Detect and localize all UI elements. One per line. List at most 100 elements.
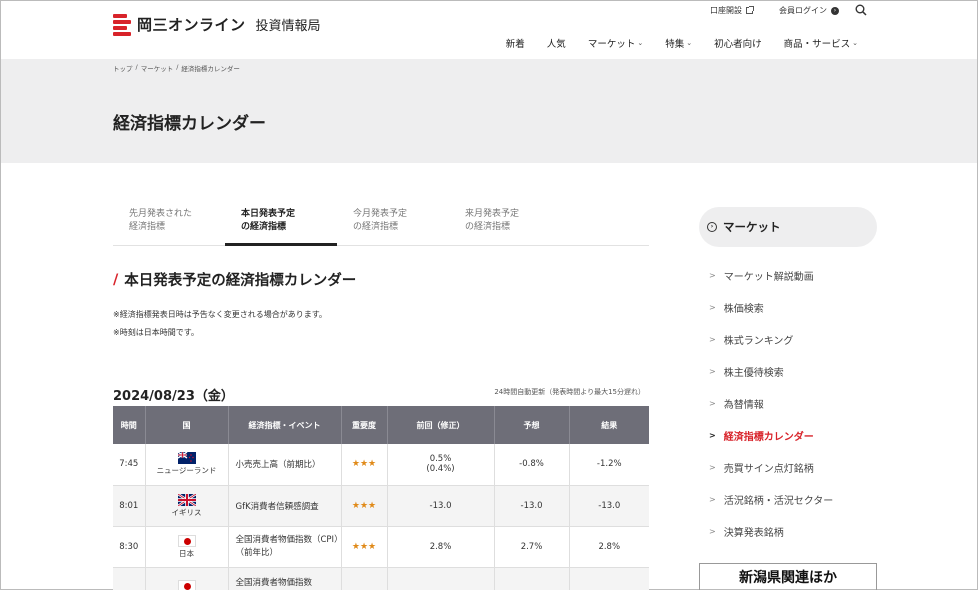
update-note: 24時間自動更新（発表時間より最大15分遅れ） [494, 388, 645, 396]
cell-result: -13.0 [569, 485, 649, 527]
breadcrumb-top[interactable]: トップ [113, 63, 133, 73]
tab-this-month[interactable]: 今月発表予定 の経済指標 [337, 206, 449, 245]
sidebar-item-economic-calendar[interactable]: > 経済指標カレンダー [709, 419, 833, 451]
chevron-right-icon: > [709, 494, 716, 504]
section-title-slash: / [113, 271, 119, 288]
sidebar-item-fx-info[interactable]: > 為替情報 [709, 387, 833, 419]
breadcrumb-separator: / [176, 63, 179, 71]
cell-forecast: -13.0 [494, 485, 570, 527]
cell-importance: ★★★ [341, 526, 388, 568]
tab-today[interactable]: 本日発表予定 の経済指標 [225, 206, 337, 246]
nav-label: 人気 [546, 39, 566, 50]
chevron-right-icon: > [709, 398, 716, 408]
chevron-right-icon: > [709, 270, 716, 280]
cell-result: -1.2% [569, 444, 649, 486]
cell-previous: 2.8% [387, 526, 495, 568]
logo-mark-icon [113, 13, 131, 36]
sidebar-item-trade-signals[interactable]: > 売買サイン点灯銘柄 [709, 451, 833, 483]
indicator-table: 時間 国 経済指標・イベント 重要度 前回（修正） 予想 結果 7:45 ニュー… [113, 406, 649, 590]
account-open-link[interactable]: 口座開設 [710, 5, 754, 16]
sidebar-item-label: 株式ランキング [723, 335, 794, 347]
tab-label-line2: の経済指標 [465, 222, 511, 232]
cell-previous: -13.0 [387, 485, 495, 527]
chevron-right-icon: > [709, 526, 716, 536]
cell-previous: 0.5% (0.4%) [387, 444, 495, 486]
cell-importance: ★★★ [341, 485, 388, 527]
col-header-forecast: 予想 [494, 406, 570, 444]
nav-label: 初心者向け [714, 39, 762, 50]
promo-banner[interactable]: 新潟県関連ほか [699, 563, 877, 590]
breadcrumb-separator: / [135, 63, 138, 71]
tab-label-line2: の経済指標 [353, 222, 399, 232]
breadcrumb-current: 経済指標カレンダー [181, 65, 240, 73]
chevron-right-icon: > [709, 430, 716, 440]
cell-event: 全国消費者物価指数（CPI）（前年比） [228, 526, 342, 568]
member-login-label: 会員ログイン [779, 6, 827, 15]
country-name: イギリス [171, 507, 202, 517]
section-title: / 本日発表予定の経済指標カレンダー [113, 269, 356, 290]
country-name: ニュージーランド [156, 466, 217, 476]
page-title: 経済指標カレンダー [113, 114, 266, 134]
sidebar-item-active-stocks[interactable]: > 活況銘柄・活況セクター [709, 483, 833, 515]
table-row: 8:01 イギリス GfK消費者信頼感調査 ★★★ -13.0 -13.0 -1… [113, 485, 649, 527]
sidebar-item-label: 株価検索 [723, 303, 764, 315]
external-link-icon [746, 6, 754, 14]
importance-stars: ★★★ [351, 541, 377, 552]
sidebar-item-label: 売買サイン点灯銘柄 [723, 463, 814, 475]
account-open-label: 口座開設 [710, 6, 742, 15]
sidebar-item-label: 為替情報 [723, 399, 764, 411]
breadcrumb-market[interactable]: マーケット [141, 63, 174, 73]
nav-market[interactable]: マーケット ⌄ [577, 36, 654, 50]
breadcrumb: トップ / マーケット / 経済指標カレンダー [113, 63, 240, 73]
logo-subtitle: 投資情報局 [255, 18, 321, 34]
new-zealand-flag-icon [177, 452, 196, 465]
note-timezone: ※時刻は日本時間です。 [113, 328, 199, 337]
tab-last-month[interactable]: 先月発表された 経済指標 [113, 206, 225, 245]
sidebar-item-market-video[interactable]: > マーケット解説動画 [709, 259, 833, 291]
sidebar-item-stock-ranking[interactable]: > 株式ランキング [709, 323, 833, 355]
cell-time [113, 567, 146, 590]
col-header-result: 結果 [569, 406, 649, 444]
calendar-date: 2024/08/23（金） [113, 389, 234, 404]
cell-importance [341, 567, 388, 590]
nav-label: 特集 [665, 39, 685, 50]
nav-popular[interactable]: 人気 [536, 36, 577, 50]
cell-country: イギリス [145, 485, 229, 527]
sidebar-item-label: 経済指標カレンダー [723, 431, 814, 443]
nav-new[interactable]: 新着 [495, 36, 536, 50]
member-login-link[interactable]: 会員ログイン › [779, 5, 839, 16]
site-logo[interactable]: 岡三オンライン 投資情報局 [113, 13, 321, 36]
utility-links: 口座開設 会員ログイン › [710, 5, 839, 16]
col-header-country: 国 [145, 406, 229, 444]
nav-beginner[interactable]: 初心者向け [703, 36, 773, 50]
sidebar-heading-text: マーケット [723, 220, 781, 234]
sidebar-item-shareholder-benefits[interactable]: > 株主優待検索 [709, 355, 833, 387]
nav-products[interactable]: 商品・サービス ⌄ [773, 36, 869, 50]
previous-value: 0.5% [429, 454, 452, 465]
col-header-event: 経済指標・イベント [228, 406, 342, 444]
nav-label: マーケット [587, 39, 636, 50]
sidebar-item-earnings[interactable]: > 決算発表銘柄 [709, 515, 833, 547]
sidebar-heading: › マーケット [699, 207, 877, 247]
cell-result: 2.8% [569, 526, 649, 568]
period-tabs: 先月発表された 経済指標 本日発表予定 の経済指標 今月発表予定 の経済指標 来… [113, 206, 649, 246]
cell-time: 7:45 [113, 444, 146, 486]
global-nav: 新着 人気 マーケット ⌄ 特集 ⌄ 初心者向け 商品・サービス ⌄ [495, 36, 869, 50]
nav-feature[interactable]: 特集 ⌄ [654, 36, 703, 50]
cell-time: 8:30 [113, 526, 146, 568]
tab-label-line2: の経済指標 [241, 222, 287, 232]
cell-forecast: -0.8% [494, 444, 570, 486]
chevron-down-icon: ⌄ [852, 39, 858, 47]
previous-revised-value: (0.4%) [426, 464, 455, 475]
tab-label-line1: 来月発表予定 [465, 209, 520, 219]
cell-forecast: 2.7% [494, 526, 570, 568]
search-icon[interactable] [855, 4, 867, 16]
table-row: 8:30 日本 全国消費者物価指数（CPI）（前年比） ★★★ 2.8% 2.7… [113, 526, 649, 568]
promo-banner-text: 新潟県関連ほか [739, 570, 837, 586]
section-title-text: 本日発表予定の経済指標カレンダー [124, 273, 357, 289]
tab-next-month[interactable]: 来月発表予定 の経済指標 [449, 206, 561, 245]
table-row: 7:45 ニュージーランド 小売売上高（前期比） ★★★ 0.5% (0.4%)… [113, 444, 649, 486]
sidebar-item-stock-search[interactable]: > 株価検索 [709, 291, 833, 323]
nav-label: 商品・サービス [783, 39, 851, 50]
note-schedule-change: ※経済指標発表日時は予告なく変更される場合があります。 [113, 310, 327, 319]
